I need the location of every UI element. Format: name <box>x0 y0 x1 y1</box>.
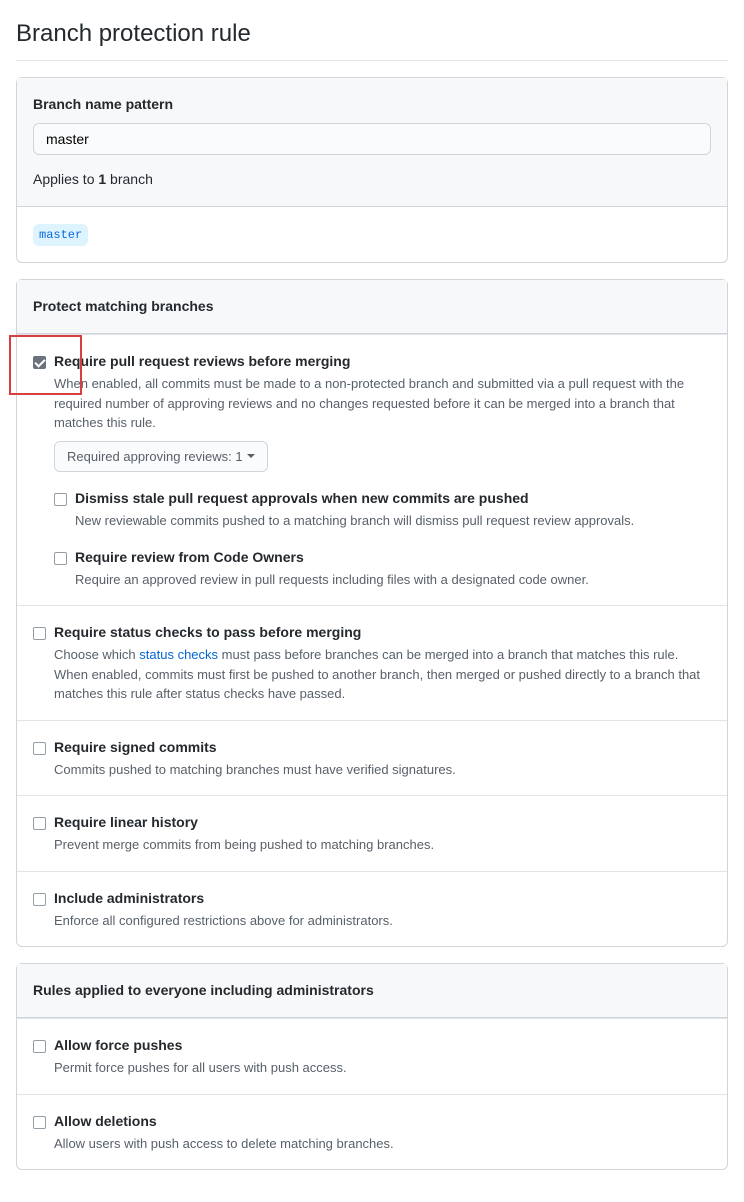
require-pr-desc: When enabled, all commits must be made t… <box>54 374 711 433</box>
applies-suffix: branch <box>106 171 153 187</box>
applies-text: Applies to 1 branch <box>33 169 711 190</box>
linear-history-desc: Prevent merge commits from being pushed … <box>54 835 711 855</box>
applies-prefix: Applies to <box>33 171 98 187</box>
codeowners-row: Require review from Code Owners Require … <box>54 547 711 590</box>
allow-delete-label: Allow deletions <box>54 1111 711 1132</box>
applies-count: 1 <box>98 171 106 187</box>
status-checks-link[interactable]: status checks <box>139 647 218 662</box>
dismiss-stale-desc: New reviewable commits pushed to a match… <box>75 511 711 531</box>
dismiss-stale-checkbox[interactable] <box>54 493 67 506</box>
protect-branches-box: Protect matching branches Require pull r… <box>16 279 728 947</box>
everyone-section-title: Rules applied to everyone including admi… <box>33 980 711 1001</box>
allow-delete-checkbox[interactable] <box>33 1116 46 1129</box>
signed-commits-row: Require signed commits Commits pushed to… <box>17 720 727 796</box>
dismiss-stale-row: Dismiss stale pull request approvals whe… <box>54 488 711 531</box>
linear-history-label: Require linear history <box>54 812 711 833</box>
status-checks-label: Require status checks to pass before mer… <box>54 622 711 643</box>
include-admins-desc: Enforce all configured restrictions abov… <box>54 911 711 931</box>
include-admins-label: Include administrators <box>54 888 711 909</box>
branch-pattern-box: Branch name pattern Applies to 1 branch … <box>16 77 728 263</box>
allow-delete-desc: Allow users with push access to delete m… <box>54 1134 711 1154</box>
force-push-checkbox[interactable] <box>33 1040 46 1053</box>
branch-chip: master <box>33 224 88 246</box>
status-checks-checkbox[interactable] <box>33 627 46 640</box>
allow-delete-row: Allow deletions Allow users with push ac… <box>17 1094 727 1170</box>
force-push-desc: Permit force pushes for all users with p… <box>54 1058 711 1078</box>
require-pr-checkbox[interactable] <box>33 356 46 369</box>
status-checks-row: Require status checks to pass before mer… <box>17 605 727 720</box>
codeowners-checkbox[interactable] <box>54 552 67 565</box>
required-reviews-label: Required approving reviews: 1 <box>67 447 243 467</box>
signed-commits-desc: Commits pushed to matching branches must… <box>54 760 711 780</box>
chevron-down-icon <box>247 454 255 458</box>
everyone-box: Rules applied to everyone including admi… <box>16 963 728 1170</box>
require-pr-row: Require pull request reviews before merg… <box>17 334 727 605</box>
require-pr-label: Require pull request reviews before merg… <box>54 351 711 372</box>
status-checks-desc: Choose which status checks must pass bef… <box>54 645 711 704</box>
signed-commits-checkbox[interactable] <box>33 742 46 755</box>
codeowners-desc: Require an approved review in pull reque… <box>75 570 711 590</box>
force-push-row: Allow force pushes Permit force pushes f… <box>17 1018 727 1094</box>
linear-history-row: Require linear history Prevent merge com… <box>17 795 727 871</box>
branch-pattern-label: Branch name pattern <box>33 94 711 115</box>
page-title: Branch protection rule <box>16 16 728 61</box>
protect-section-title: Protect matching branches <box>33 296 711 317</box>
include-admins-checkbox[interactable] <box>33 893 46 906</box>
branch-pattern-input[interactable] <box>33 123 711 155</box>
dismiss-stale-label: Dismiss stale pull request approvals whe… <box>75 488 711 509</box>
linear-history-checkbox[interactable] <box>33 817 46 830</box>
required-reviews-dropdown[interactable]: Required approving reviews: 1 <box>54 441 268 473</box>
codeowners-label: Require review from Code Owners <box>75 547 711 568</box>
include-admins-row: Include administrators Enforce all confi… <box>17 871 727 947</box>
force-push-label: Allow force pushes <box>54 1035 711 1056</box>
signed-commits-label: Require signed commits <box>54 737 711 758</box>
